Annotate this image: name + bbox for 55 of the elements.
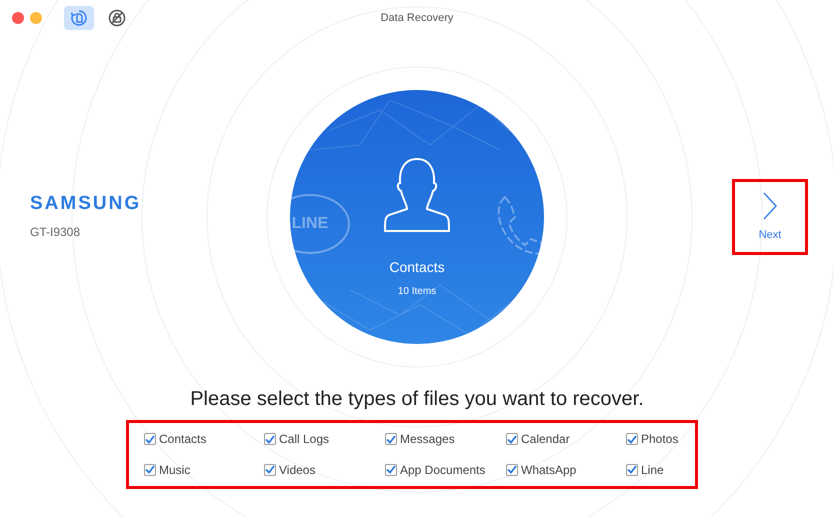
checkmark-icon [386,465,396,474]
lock-icon [108,9,126,27]
file-type-checkbox[interactable]: Calendar [506,429,626,450]
checkbox[interactable] [506,464,518,476]
checkmark-icon [265,465,275,474]
contact-person-icon [383,157,451,233]
file-type-checkbox[interactable]: Line [626,460,706,480]
file-type-label: Videos [279,462,316,479]
line-badge-text: LINE [292,214,328,234]
file-type-checkbox[interactable]: Videos [264,460,385,480]
checkmark-icon [507,465,517,474]
checkbox[interactable] [264,464,276,476]
file-restore-icon [70,9,88,27]
checkbox[interactable] [264,433,276,446]
close-window-button[interactable] [12,12,24,24]
checkmark-icon [145,465,155,474]
file-type-checkbox[interactable]: Messages [385,429,506,450]
instruction-text: Please select the types of files you want to recover. [189,387,645,411]
file-type-label: Messages [400,431,455,448]
file-type-label: Music [159,462,190,479]
checkmark-icon [627,465,637,474]
toolbar-button[interactable] [64,6,94,30]
checkmark-icon [627,434,637,444]
file-type-checkbox[interactable]: Music [144,460,264,480]
category-title: Contacts [389,258,445,277]
checkbox[interactable] [506,433,518,446]
checkbox[interactable] [385,464,397,476]
checkmark-icon [507,434,517,444]
phone-icon [495,195,544,257]
next-button[interactable]: Next [758,190,782,244]
file-type-label: App Documents [400,462,486,479]
file-type-label: Call Logs [279,431,330,448]
checkbox[interactable] [626,464,638,476]
file-type-label: Photos [641,431,678,448]
file-type-label: Calendar [521,431,570,448]
checkbox[interactable] [144,464,156,476]
chevron-right-icon [762,190,778,221]
file-type-checkbox[interactable]: WhatsApp [506,460,626,480]
checkbox[interactable] [144,433,156,446]
checkmark-icon [145,434,155,444]
device-model: GT-I9308 [30,224,82,240]
file-type-checkbox[interactable]: App Documents [385,460,506,480]
file-type-checkbox[interactable]: Photos [626,429,706,450]
file-type-label: Contacts [159,431,206,448]
checkmark-icon [386,434,396,444]
checkbox[interactable] [385,433,397,446]
checkbox[interactable] [626,433,638,446]
category-count: 10 Items [398,285,436,299]
file-type-checkbox[interactable]: Contacts [144,429,264,450]
file-type-checkbox[interactable]: Call Logs [264,429,385,450]
file-type-label: Line [641,462,664,479]
window-title: Data Recovery [380,10,454,26]
checkmark-icon [265,434,275,444]
file-type-label: WhatsApp [521,462,576,479]
device-brand: SAMSUNG [30,194,142,212]
